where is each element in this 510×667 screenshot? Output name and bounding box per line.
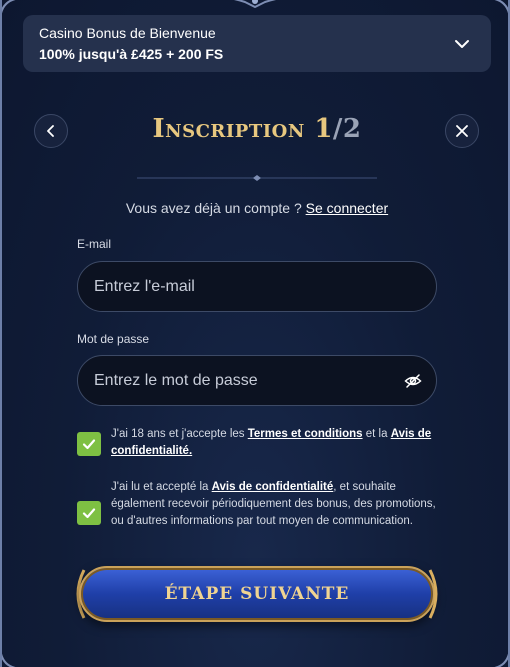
close-button[interactable] bbox=[445, 114, 479, 148]
close-icon bbox=[456, 125, 468, 137]
email-field[interactable] bbox=[78, 262, 436, 311]
title-text: Inscription 1 bbox=[152, 114, 333, 144]
email-field-wrapper bbox=[77, 261, 437, 312]
marketing-checkbox[interactable] bbox=[77, 501, 101, 525]
password-field[interactable] bbox=[78, 356, 436, 405]
marketing-privacy-link[interactable]: Avis de confidentialité bbox=[212, 481, 334, 493]
password-label: Mot de passe bbox=[77, 332, 150, 346]
bonus-dropdown[interactable]: Casino Bonus de Bienvenue 100% jusqu'à £… bbox=[23, 15, 491, 72]
corner-ornament bbox=[2, 653, 16, 667]
title-step: /2 bbox=[332, 114, 362, 144]
marketing-text-before: J'ai lu et accepté la bbox=[111, 481, 209, 493]
login-prompt: Vous avez déjà un compte ? Se connecter bbox=[2, 200, 508, 216]
terms-checkbox[interactable] bbox=[77, 432, 101, 456]
eye-off-icon[interactable] bbox=[404, 372, 422, 390]
email-label: E-mail bbox=[77, 237, 112, 251]
marketing-consent-text: J'ai lu et accepté la Avis de confidenti… bbox=[111, 479, 437, 530]
chevron-down-icon bbox=[455, 40, 469, 48]
login-link[interactable]: Se connecter bbox=[306, 200, 389, 216]
corner-ornament bbox=[494, 653, 508, 667]
terms-consent-text: J'ai 18 ans et j'accepte les Termes et c… bbox=[111, 426, 437, 460]
login-prompt-text: Vous avez déjà un compte ? bbox=[125, 200, 302, 216]
terms-link[interactable]: Termes et conditions bbox=[248, 428, 363, 440]
registration-modal: Casino Bonus de Bienvenue 100% jusqu'à £… bbox=[0, 0, 510, 667]
bonus-amount: 100% jusqu'à £425 + 200 FS bbox=[39, 46, 224, 62]
bonus-title: Casino Bonus de Bienvenue bbox=[39, 25, 216, 41]
title-divider bbox=[137, 175, 377, 181]
next-step-button[interactable]: Étape suivante bbox=[79, 566, 435, 622]
page-title: Inscription 1/2 bbox=[2, 114, 508, 144]
terms-text-mid: et la bbox=[365, 428, 388, 440]
password-field-wrapper bbox=[77, 355, 437, 406]
button-ornament-right bbox=[428, 569, 438, 619]
next-step-label: Étape suivante bbox=[164, 584, 350, 604]
corner-ornament bbox=[2, 0, 16, 14]
terms-text-before: J'ai 18 ans et j'accepte les bbox=[111, 428, 245, 440]
checkmark-icon bbox=[82, 439, 96, 450]
checkmark-icon bbox=[82, 508, 96, 519]
top-ornament bbox=[233, 0, 277, 8]
